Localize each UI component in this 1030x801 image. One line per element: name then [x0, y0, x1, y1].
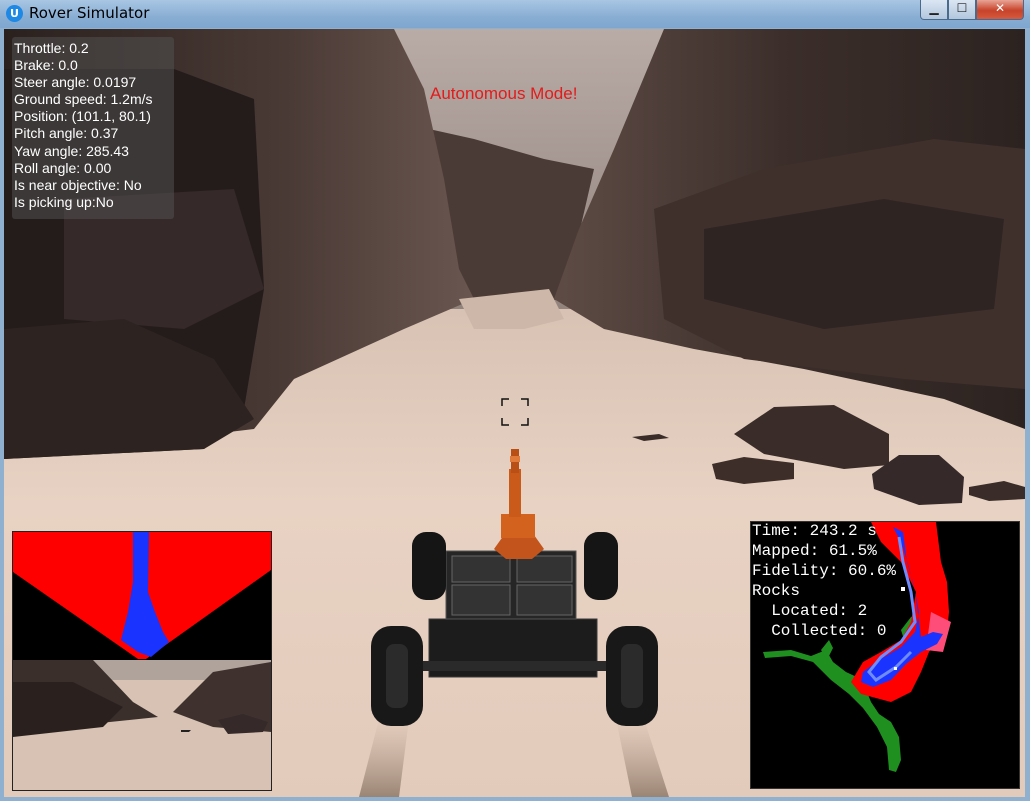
map-rocks-located: Located: 2 — [752, 602, 868, 620]
window-titlebar[interactable]: U Rover Simulator ▁ ☐ ✕ — [0, 0, 1030, 28]
map-mapped: Mapped: 61.5% — [752, 542, 877, 560]
telemetry-panel: Throttle: 0.2 Brake: 0.0 Steer angle: 0.… — [12, 37, 174, 219]
map-rocks-heading: Rocks — [752, 582, 801, 600]
yaw-angle-readout: Yaw angle: 285.43 — [14, 142, 129, 159]
pitch-angle-readout: Pitch angle: 0.37 — [14, 125, 119, 142]
position-readout: Position: (101.1, 80.1) — [14, 108, 151, 125]
map-time: Time: 243.2 s — [752, 522, 877, 540]
brake-readout: Brake: 0.0 — [14, 57, 78, 74]
picking-up-readout: Is picking up:No — [14, 193, 114, 210]
ground-speed-readout: Ground speed: 1.2m/s — [14, 91, 153, 108]
map-fidelity: Fidelity: 60.6% — [752, 562, 897, 580]
window-title: Rover Simulator — [29, 4, 150, 22]
minimize-button[interactable]: ▁ — [920, 0, 948, 20]
roll-angle-readout: Roll angle: 0.00 — [14, 159, 112, 176]
mode-banner: Autonomous Mode! — [430, 84, 578, 103]
world-map-inset: Time: 243.2 s Mapped: 61.5% Fidelity: 60… — [750, 521, 1020, 789]
warped-threshold-view — [13, 532, 271, 790]
close-button[interactable]: ✕ — [976, 0, 1024, 20]
unity-icon: U — [6, 5, 23, 22]
game-viewport[interactable]: Throttle: 0.2 Brake: 0.0 Steer angle: 0.… — [4, 29, 1025, 797]
window-controls: ▁ ☐ ✕ — [920, 0, 1024, 20]
near-objective-readout: Is near objective: No — [14, 176, 142, 193]
throttle-readout: Throttle: 0.2 — [14, 40, 89, 56]
steer-angle-readout: Steer angle: 0.0197 — [14, 74, 137, 91]
map-rocks-collected: Collected: 0 — [752, 622, 887, 640]
crosshair-icon — [501, 398, 529, 426]
perception-inset — [12, 531, 272, 791]
maximize-button[interactable]: ☐ — [948, 0, 976, 20]
